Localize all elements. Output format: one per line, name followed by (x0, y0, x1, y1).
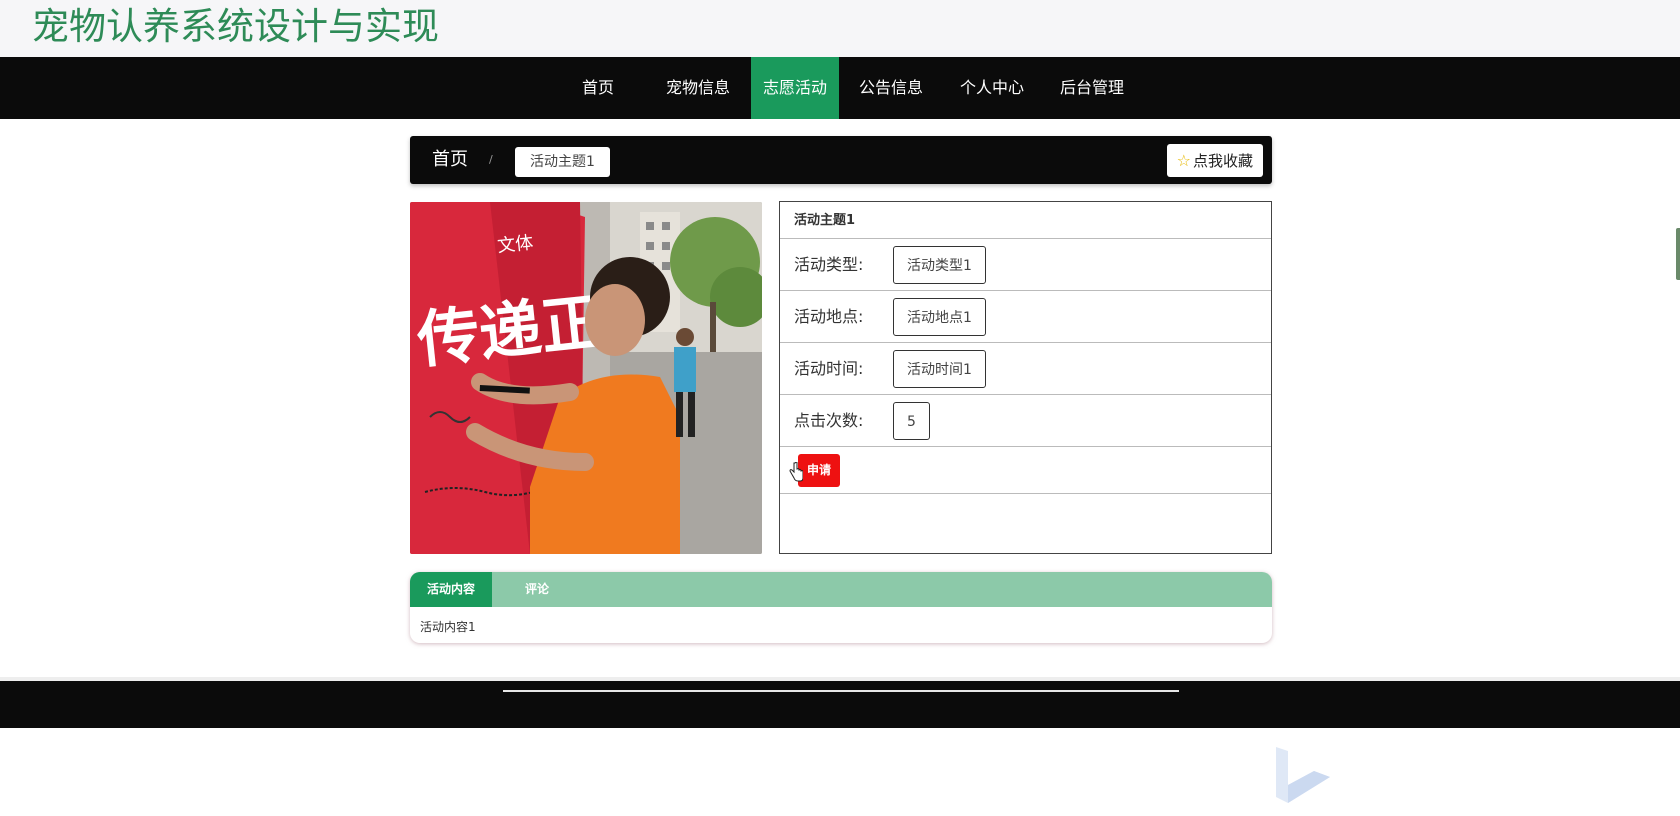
favorite-button[interactable]: ☆ 点我收藏 (1166, 144, 1263, 177)
footer-divider (503, 690, 1179, 692)
svg-text:文体: 文体 (496, 232, 534, 257)
tab-activity-content[interactable]: 活动内容 (410, 572, 492, 607)
nav-item-home[interactable]: 首页 (570, 57, 626, 119)
tab-strip: 活动内容 评论 (410, 572, 1272, 607)
side-edge-tab[interactable] (1676, 228, 1680, 280)
nav-item-profile[interactable]: 个人中心 (952, 57, 1032, 119)
activity-location-value: 活动地点1 (893, 298, 986, 336)
activity-type-label: 活动类型: (794, 255, 864, 274)
hand-cursor-icon (789, 462, 803, 482)
nav-item-volunteer[interactable]: 志愿活动 (751, 57, 839, 119)
activity-type-value: 活动类型1 (893, 246, 986, 284)
row-activity-type: 活动类型: 活动类型1 (780, 239, 1271, 291)
activity-time-label: 活动时间: (794, 359, 864, 378)
favorite-label: 点我收藏 (1192, 152, 1253, 170)
nav-item-notices[interactable]: 公告信息 (851, 57, 931, 119)
activity-photo: 传递正 文体 (410, 202, 762, 554)
activity-photo-illustration: 传递正 文体 (410, 202, 762, 554)
bing-logo-icon (1276, 747, 1330, 803)
main-nav: 首页 宠物信息 志愿活动 公告信息 个人中心 后台管理 (0, 57, 1680, 119)
page: 宠物认养系统设计与实现 首页 宠物信息 志愿活动 公告信息 个人中心 后台管理 … (0, 0, 1680, 816)
tab-panel: 活动内容 评论 活动内容1 (410, 572, 1272, 643)
tab-comments[interactable]: 评论 (492, 572, 582, 607)
breadcrumb: 首页 / 活动主题1 ☆ 点我收藏 (410, 136, 1272, 184)
click-count-label: 点击次数: (794, 411, 864, 430)
activity-title: 活动主题1 (780, 202, 1271, 239)
breadcrumb-current: 活动主题1 (515, 147, 610, 177)
nav-item-pets[interactable]: 宠物信息 (658, 57, 738, 119)
activity-time-value: 活动时间1 (893, 350, 986, 388)
footer (0, 681, 1680, 728)
activity-content-text: 活动内容1 (420, 620, 476, 634)
top-title-bar: 宠物认养系统设计与实现 (0, 0, 1680, 57)
site-title: 宠物认养系统设计与实现 (32, 5, 439, 48)
row-activity-location: 活动地点: 活动地点1 (780, 291, 1271, 343)
click-count-value: 5 (893, 402, 930, 440)
nav-item-admin[interactable]: 后台管理 (1052, 57, 1132, 119)
apply-button[interactable]: 申请 (798, 454, 840, 487)
activity-location-label: 活动地点: (794, 307, 864, 326)
breadcrumb-home-link[interactable]: 首页 (432, 136, 468, 184)
apply-row: 申请 (780, 449, 1271, 494)
breadcrumb-separator: / (489, 153, 493, 166)
star-icon: ☆ (1176, 151, 1191, 170)
activity-detail-card: 活动主题1 活动类型: 活动类型1 活动地点: 活动地点1 活动时间: 活动时间… (779, 201, 1272, 554)
row-click-count: 点击次数: 5 (780, 395, 1271, 447)
row-activity-time: 活动时间: 活动时间1 (780, 343, 1271, 395)
